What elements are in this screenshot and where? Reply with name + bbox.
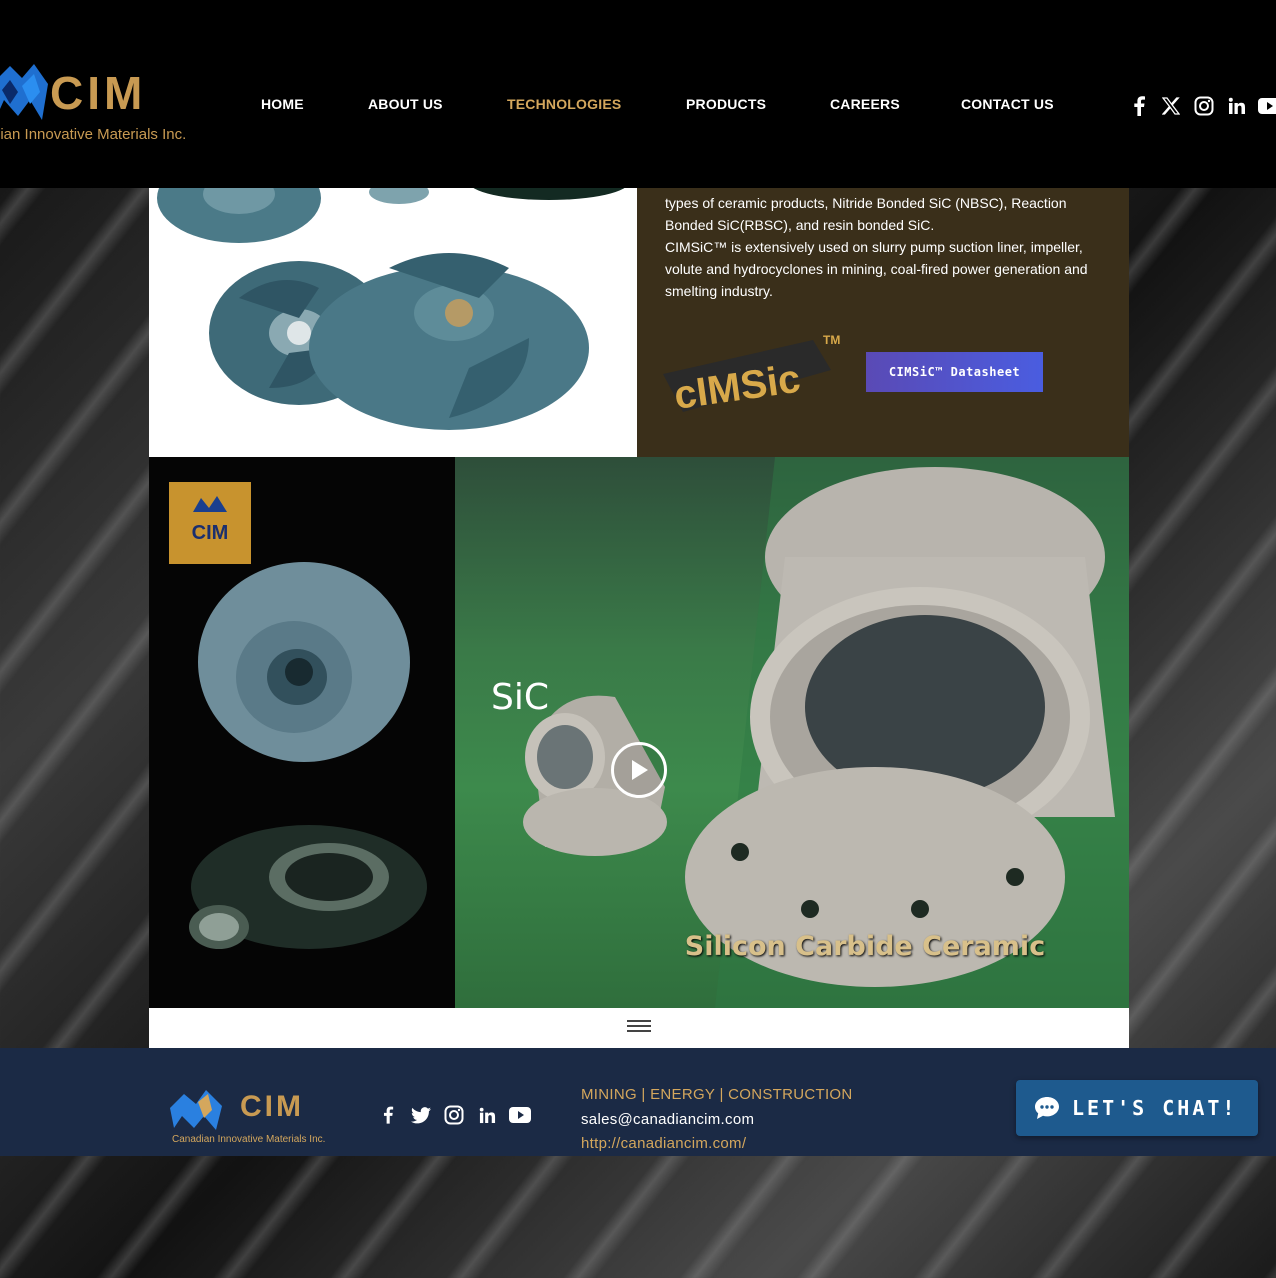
- play-button[interactable]: [611, 742, 667, 798]
- hamburger-menu-icon[interactable]: [627, 1020, 651, 1036]
- description-panel: types of ceramic products, Nitride Bonde…: [637, 188, 1129, 457]
- site-header: CIM dian Innovative Materials Inc. HOME …: [0, 0, 1276, 188]
- chat-bubble-icon: [1035, 1097, 1059, 1119]
- linkedin-icon[interactable]: [1226, 95, 1248, 117]
- chat-label: LET'S CHAT!: [1072, 1096, 1238, 1120]
- nav-home[interactable]: HOME: [261, 96, 304, 112]
- video-menu-bar: [149, 1008, 1129, 1048]
- site-logo[interactable]: CIM dian Innovative Materials Inc.: [0, 56, 207, 156]
- video-player[interactable]: [455, 457, 1129, 1008]
- chat-button[interactable]: LET'S CHAT!: [1016, 1080, 1258, 1136]
- instagram-icon[interactable]: [1193, 95, 1215, 117]
- pump-parts-image: CIM: [149, 457, 455, 1008]
- footer-cim-mark-icon: [170, 1090, 222, 1130]
- facebook-icon[interactable]: [1128, 95, 1150, 117]
- cim-mark-icon: [0, 64, 48, 120]
- nav-products[interactable]: PRODUCTS: [686, 96, 766, 112]
- cimsic-logo-text: cIMSic: [671, 357, 803, 416]
- facebook-icon[interactable]: [377, 1104, 399, 1126]
- twitter-icon[interactable]: [410, 1104, 432, 1126]
- nav-careers[interactable]: CAREERS: [830, 96, 900, 112]
- description-paragraph: types of ceramic products, Nitride Bonde…: [665, 195, 1067, 233]
- description-paragraph: CIMSiC™ is extensively used on slurry pu…: [665, 239, 1088, 299]
- logo-subtitle: dian Innovative Materials Inc.: [0, 126, 187, 143]
- youtube-icon[interactable]: [509, 1104, 531, 1126]
- footer-industries: MINING | ENERGY | CONSTRUCTION: [581, 1086, 853, 1103]
- footer-logo-subtitle: Canadian Innovative Materials Inc.: [172, 1134, 326, 1145]
- pump-parts-graphic: [189, 562, 427, 949]
- nav-contact-us[interactable]: CONTACT US: [961, 96, 1054, 112]
- linkedin-icon[interactable]: [476, 1104, 498, 1126]
- footer-email[interactable]: sales@canadiancim.com: [581, 1111, 754, 1128]
- footer-website-link[interactable]: http://canadiancim.com/: [581, 1135, 746, 1152]
- youtube-icon[interactable]: [1258, 95, 1276, 117]
- datasheet-button[interactable]: CIMSiC™ Datasheet: [866, 352, 1043, 392]
- play-icon: [632, 760, 648, 780]
- impellers-image: [149, 188, 637, 457]
- video-thumbnail: [523, 457, 1129, 1008]
- footer-logo-wordmark: CIM: [240, 1090, 304, 1123]
- x-icon[interactable]: [1160, 95, 1182, 117]
- video-caption: Silicon Carbide Ceramic: [684, 931, 1046, 962]
- footer-logo[interactable]: CIM Canadian Innovative Materials Inc.: [170, 1088, 350, 1148]
- nav-about-us[interactable]: ABOUT US: [368, 96, 443, 112]
- nav-technologies[interactable]: TECHNOLOGIES: [507, 96, 621, 112]
- description-text: types of ceramic products, Nitride Bonde…: [665, 192, 1095, 302]
- cimsic-logo: cIMSic TM: [663, 330, 847, 418]
- technology-section: types of ceramic products, Nitride Bonde…: [149, 188, 1129, 1048]
- logo-wordmark: CIM: [50, 67, 147, 119]
- video-title: SiC: [491, 677, 549, 718]
- cimsic-tm-text: TM: [823, 333, 840, 347]
- instagram-icon[interactable]: [443, 1104, 465, 1126]
